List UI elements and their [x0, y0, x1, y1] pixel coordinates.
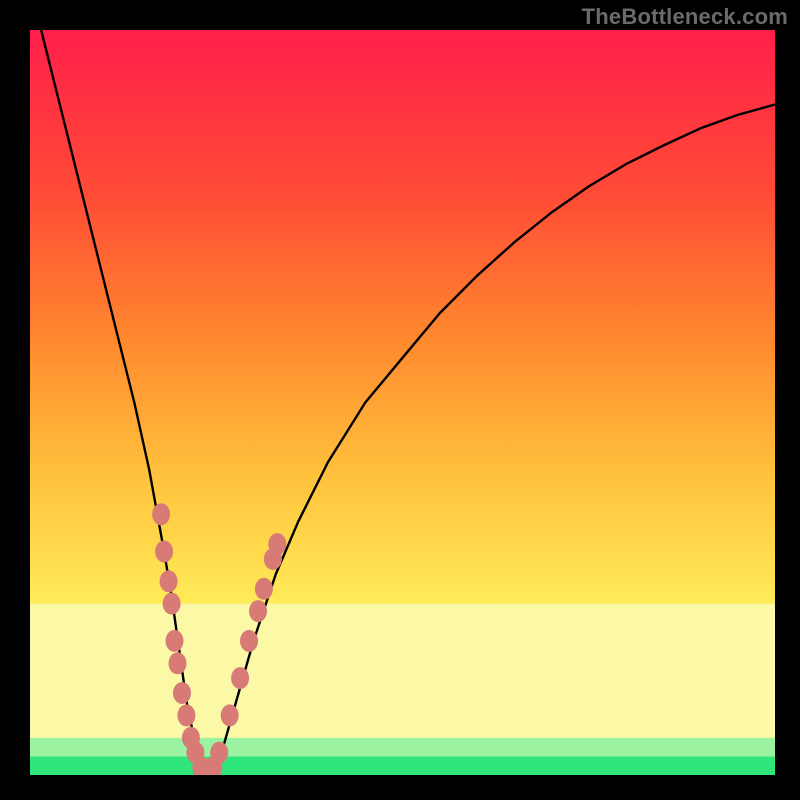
data-marker	[249, 600, 267, 622]
data-marker	[173, 682, 191, 704]
data-marker	[240, 630, 258, 652]
color-bands	[30, 604, 775, 775]
data-marker	[155, 541, 173, 563]
chart-frame: TheBottleneck.com	[0, 0, 800, 800]
pale-band	[30, 604, 775, 738]
data-marker	[210, 742, 228, 764]
data-marker	[177, 704, 195, 726]
chart-svg	[30, 30, 775, 775]
light-green-band	[30, 738, 775, 757]
watermark-text: TheBottleneck.com	[582, 4, 788, 30]
data-marker	[221, 704, 239, 726]
data-marker	[160, 570, 178, 592]
plot-area	[30, 30, 775, 775]
data-marker	[231, 667, 249, 689]
data-marker	[268, 533, 286, 555]
data-marker	[169, 652, 187, 674]
data-marker	[255, 578, 273, 600]
data-marker	[152, 503, 170, 525]
data-marker	[163, 593, 181, 615]
green-band	[30, 756, 775, 775]
data-marker	[166, 630, 184, 652]
